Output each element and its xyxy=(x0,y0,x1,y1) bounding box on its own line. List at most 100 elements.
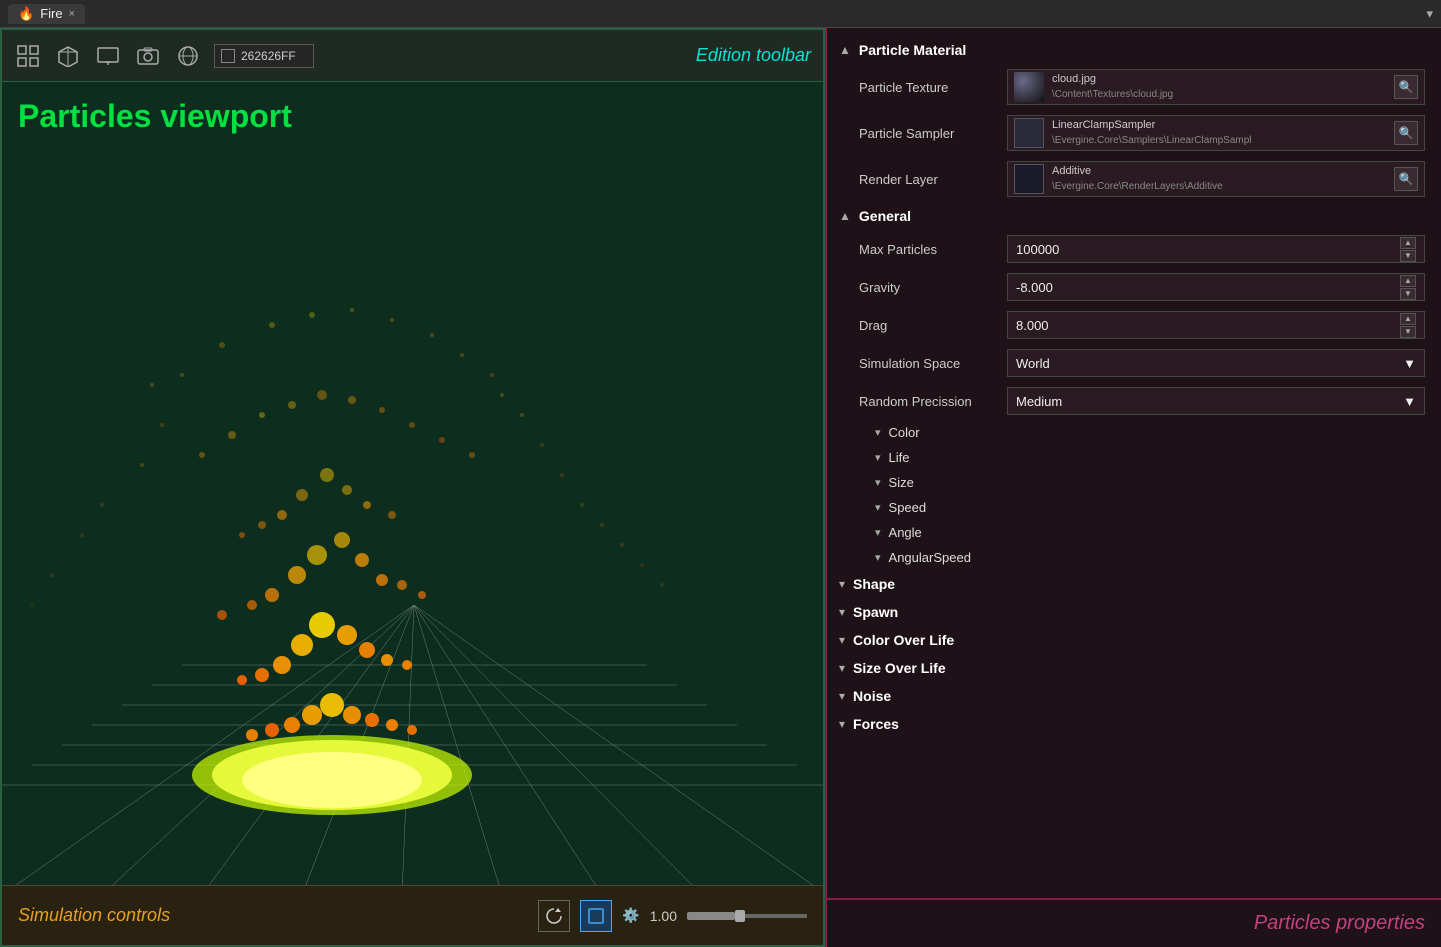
particle-sampler-label: Particle Sampler xyxy=(859,126,999,141)
gravity-label: Gravity xyxy=(859,280,999,295)
properties-footer: Particles properties xyxy=(827,898,1441,947)
general-section[interactable]: ▲ General xyxy=(827,202,1441,230)
max-particles-label: Max Particles xyxy=(859,242,999,257)
noise-title: Noise xyxy=(853,688,891,704)
random-precission-dropdown[interactable]: Medium ▼ xyxy=(1007,387,1425,415)
texture-path: \Content\Textures\cloud.jpg xyxy=(1052,88,1386,102)
sampler-path: \Evergine.Core\Samplers\LinearClampSampl xyxy=(1052,134,1386,148)
noise-section[interactable]: ▾ Noise xyxy=(827,682,1441,710)
simulation-space-label: Simulation Space xyxy=(859,356,999,371)
sampler-search-button[interactable]: 🔍 xyxy=(1394,121,1418,145)
drag-spinner[interactable]: ▲ ▼ xyxy=(1400,313,1416,338)
camera-icon[interactable] xyxy=(134,42,162,70)
sim-speed-slider[interactable] xyxy=(687,914,807,918)
gravity-text: -8.000 xyxy=(1016,280,1053,295)
max-particles-up[interactable]: ▲ xyxy=(1400,237,1416,249)
drag-down[interactable]: ▼ xyxy=(1400,326,1416,338)
fire-tab[interactable]: 🔥 Fire × xyxy=(8,4,85,24)
max-particles-row: Max Particles 100000 ▲ ▼ xyxy=(827,230,1441,268)
angle-label: Angle xyxy=(889,525,922,540)
simulation-space-text: World xyxy=(1016,356,1050,371)
particle-texture-value[interactable]: cloud.jpg \Content\Textures\cloud.jpg 🔍 xyxy=(1007,69,1425,105)
forces-chevron: ▾ xyxy=(839,717,845,731)
circle-icon[interactable] xyxy=(174,42,202,70)
shape-section[interactable]: ▾ Shape xyxy=(827,570,1441,598)
color-chevron: ▾ xyxy=(875,426,881,439)
shape-title: Shape xyxy=(853,576,895,592)
shape-chevron: ▾ xyxy=(839,577,845,591)
sim-play-button[interactable] xyxy=(580,900,612,932)
grid-icon[interactable] xyxy=(14,42,42,70)
max-particles-text: 100000 xyxy=(1016,242,1059,257)
simulation-space-chevron: ▼ xyxy=(1403,356,1416,371)
left-panel: 262626FF Edition toolbar Particles viewp… xyxy=(0,28,825,947)
simulation-space-row: Simulation Space World ▼ xyxy=(827,344,1441,382)
angle-item[interactable]: ▾ Angle xyxy=(827,520,1441,545)
noise-chevron: ▾ xyxy=(839,689,845,703)
sim-reset-button[interactable] xyxy=(538,900,570,932)
sampler-info: LinearClampSampler \Evergine.Core\Sample… xyxy=(1052,118,1386,147)
life-item[interactable]: ▾ Life xyxy=(827,445,1441,470)
render-layer-label: Render Layer xyxy=(859,172,999,187)
size-label: Size xyxy=(889,475,914,490)
max-particles-value[interactable]: 100000 ▲ ▼ xyxy=(1007,235,1425,263)
speed-label: Speed xyxy=(889,500,927,515)
particle-sampler-row: Particle Sampler LinearClampSampler \Eve… xyxy=(827,110,1441,156)
edition-toolbar: 262626FF Edition toolbar xyxy=(2,30,823,82)
spawn-chevron: ▾ xyxy=(839,605,845,619)
render-layer-search-button[interactable]: 🔍 xyxy=(1394,167,1418,191)
max-particles-spinner[interactable]: ▲ ▼ xyxy=(1400,237,1416,262)
screen-icon[interactable] xyxy=(94,42,122,70)
max-particles-down[interactable]: ▼ xyxy=(1400,250,1416,262)
gravity-spinner[interactable]: ▲ ▼ xyxy=(1400,275,1416,300)
color-swatch xyxy=(221,49,235,63)
simulation-space-dropdown[interactable]: World ▼ xyxy=(1007,349,1425,377)
spawn-section[interactable]: ▾ Spawn xyxy=(827,598,1441,626)
render-layer-path: \Evergine.Core\RenderLayers\Additive xyxy=(1052,180,1386,194)
drag-value[interactable]: 8.000 ▲ ▼ xyxy=(1007,311,1425,339)
sim-controls-label: Simulation controls xyxy=(18,905,170,926)
render-layer-row: Render Layer Additive \Evergine.Core\Ren… xyxy=(827,156,1441,202)
right-panel: ▲ Particle Material Particle Texture clo… xyxy=(825,28,1441,947)
cube-icon[interactable] xyxy=(54,42,82,70)
random-precission-text: Medium xyxy=(1016,394,1062,409)
drag-label: Drag xyxy=(859,318,999,333)
sim-speed-icon: ⚙️ xyxy=(622,907,639,924)
forces-section[interactable]: ▾ Forces xyxy=(827,710,1441,738)
titlebar-dropdown[interactable]: ▾ xyxy=(1426,6,1433,22)
tab-close-button[interactable]: × xyxy=(69,8,75,20)
drag-up[interactable]: ▲ xyxy=(1400,313,1416,325)
viewport-label: Particles viewport xyxy=(18,98,292,135)
main-layout: 262626FF Edition toolbar Particles viewp… xyxy=(0,28,1441,947)
gravity-up[interactable]: ▲ xyxy=(1400,275,1416,287)
render-layer-value[interactable]: Additive \Evergine.Core\RenderLayers\Add… xyxy=(1007,161,1425,197)
fire-icon: 🔥 xyxy=(18,6,34,22)
color-value: 262626FF xyxy=(241,49,296,63)
speed-chevron: ▾ xyxy=(875,501,881,514)
viewport: Particles viewport xyxy=(2,82,823,885)
color-item[interactable]: ▾ Color xyxy=(827,420,1441,445)
size-over-life-section[interactable]: ▾ Size Over Life xyxy=(827,654,1441,682)
speed-item[interactable]: ▾ Speed xyxy=(827,495,1441,520)
random-precission-row: Random Precission Medium ▼ xyxy=(827,382,1441,420)
sampler-name: LinearClampSampler xyxy=(1052,118,1386,133)
color-over-life-section[interactable]: ▾ Color Over Life xyxy=(827,626,1441,654)
particle-sampler-value[interactable]: LinearClampSampler \Evergine.Core\Sample… xyxy=(1007,115,1425,151)
sim-controls: Simulation controls ⚙️ 1.00 xyxy=(2,885,823,945)
random-precission-label: Random Precission xyxy=(859,394,999,409)
spawn-title: Spawn xyxy=(853,604,898,620)
gravity-down[interactable]: ▼ xyxy=(1400,288,1416,300)
size-over-life-chevron: ▾ xyxy=(839,661,845,675)
forces-title: Forces xyxy=(853,716,899,732)
texture-search-button[interactable]: 🔍 xyxy=(1394,75,1418,99)
color-over-life-chevron: ▾ xyxy=(839,633,845,647)
angularspeed-chevron: ▾ xyxy=(875,551,881,564)
particle-texture-label: Particle Texture xyxy=(859,80,999,95)
size-item[interactable]: ▾ Size xyxy=(827,470,1441,495)
angularspeed-item[interactable]: ▾ AngularSpeed xyxy=(827,545,1441,570)
particle-material-section[interactable]: ▲ Particle Material xyxy=(827,36,1441,64)
color-picker[interactable]: 262626FF xyxy=(214,44,314,68)
render-layer-thumbnail xyxy=(1014,164,1044,194)
sampler-thumbnail xyxy=(1014,118,1044,148)
gravity-value[interactable]: -8.000 ▲ ▼ xyxy=(1007,273,1425,301)
